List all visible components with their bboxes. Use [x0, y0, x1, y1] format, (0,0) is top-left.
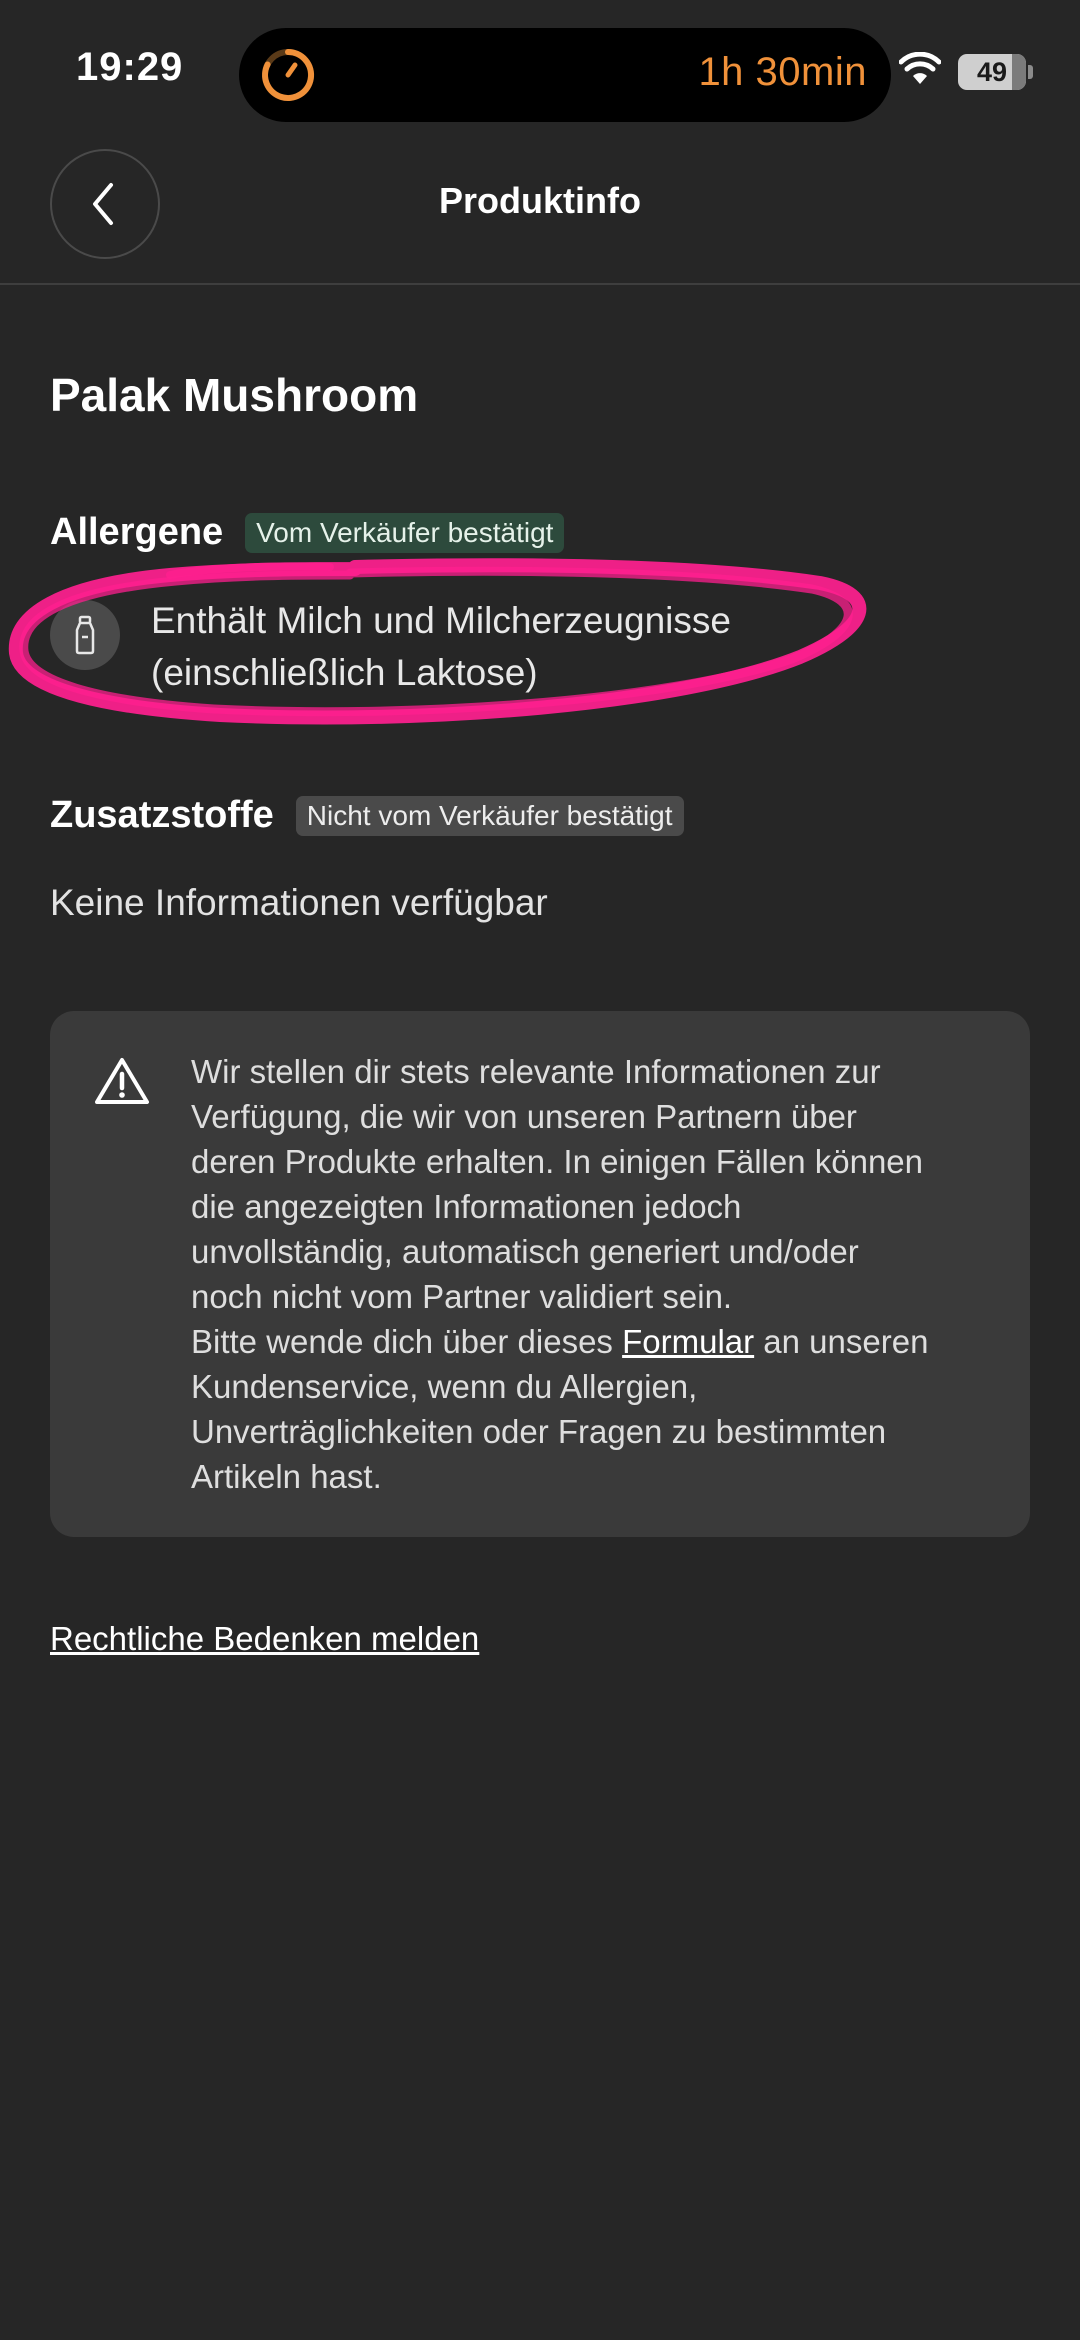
status-time: 19:29 [76, 45, 184, 89]
battery-level: 49 [976, 57, 1008, 87]
timer-icon [262, 48, 315, 101]
notice-text-segment: Bitte wende dich über dieses [191, 1323, 623, 1360]
additives-empty-text: Keine Informationen verfügbar [50, 882, 548, 923]
notice-line: Wir stellen dir stets relevante Informat… [191, 1053, 881, 1090]
notice-line: Artikeln hast. [191, 1458, 382, 1495]
notice-line: Kundenservice, wenn du Allergien, [191, 1368, 698, 1405]
dynamic-island[interactable]: 1h 30min [239, 28, 891, 122]
notice-text: Wir stellen dir stets relevante Informat… [191, 1049, 991, 1499]
battery-nub [1028, 65, 1033, 79]
product-name: Palak Mushroom [50, 369, 419, 421]
wifi-icon [899, 52, 941, 84]
additives-header: Zusatzstoffe Nicht vom Verkäufer bestäti… [50, 794, 684, 837]
notice-line: unvollständig, automatisch generiert und… [191, 1233, 859, 1270]
timer-text: 1h 30min [698, 50, 867, 94]
page-title: Produktinfo [439, 180, 641, 221]
report-legal-concerns-link[interactable]: Rechtliche Bedenken melden [50, 1620, 479, 1658]
battery-indicator: 49 [958, 54, 1026, 90]
allergens-header: Allergene Vom Verkäufer bestätigt [50, 511, 565, 554]
header-divider [0, 283, 1080, 285]
notice-line: Verfügung, die wir von unseren Partnern … [191, 1098, 857, 1135]
notice-line-with-link: Bitte wende dich über dieses Formular an… [191, 1319, 991, 1364]
allergen-line: (einschließlich Laktose) [151, 652, 538, 693]
form-link[interactable]: Formular [622, 1323, 754, 1360]
notice-line: Unverträglichkeiten oder Fragen zu besti… [191, 1413, 887, 1450]
allergen-text: Enthält Milch und Milcherzeugnisse (eins… [151, 595, 731, 699]
notice-text-segment: an unseren [754, 1323, 929, 1360]
confirmed-badge: Vom Verkäufer bestätigt [245, 512, 565, 553]
allergen-item: Enthält Milch und Milcherzeugnisse (eins… [50, 600, 850, 699]
info-notice-card: Wir stellen dir stets relevante Informat… [50, 1011, 1030, 1537]
status-bar: 19:29 1h 30min 49 [0, 0, 1080, 140]
warning-triangle-icon [95, 1058, 149, 1104]
unconfirmed-badge: Nicht vom Verkäufer bestätigt [295, 795, 684, 836]
milk-bottle-icon [50, 600, 120, 670]
additives-title: Zusatzstoffe [50, 794, 274, 836]
allergen-line: Enthält Milch und Milcherzeugnisse [151, 600, 731, 641]
allergens-title: Allergene [50, 511, 224, 553]
notice-line: die angezeigten Informationen jedoch [191, 1188, 742, 1225]
notice-line: noch nicht vom Partner validiert sein. [191, 1278, 733, 1315]
notice-line: deren Produkte erhalten. In einigen Fäll… [191, 1143, 924, 1180]
